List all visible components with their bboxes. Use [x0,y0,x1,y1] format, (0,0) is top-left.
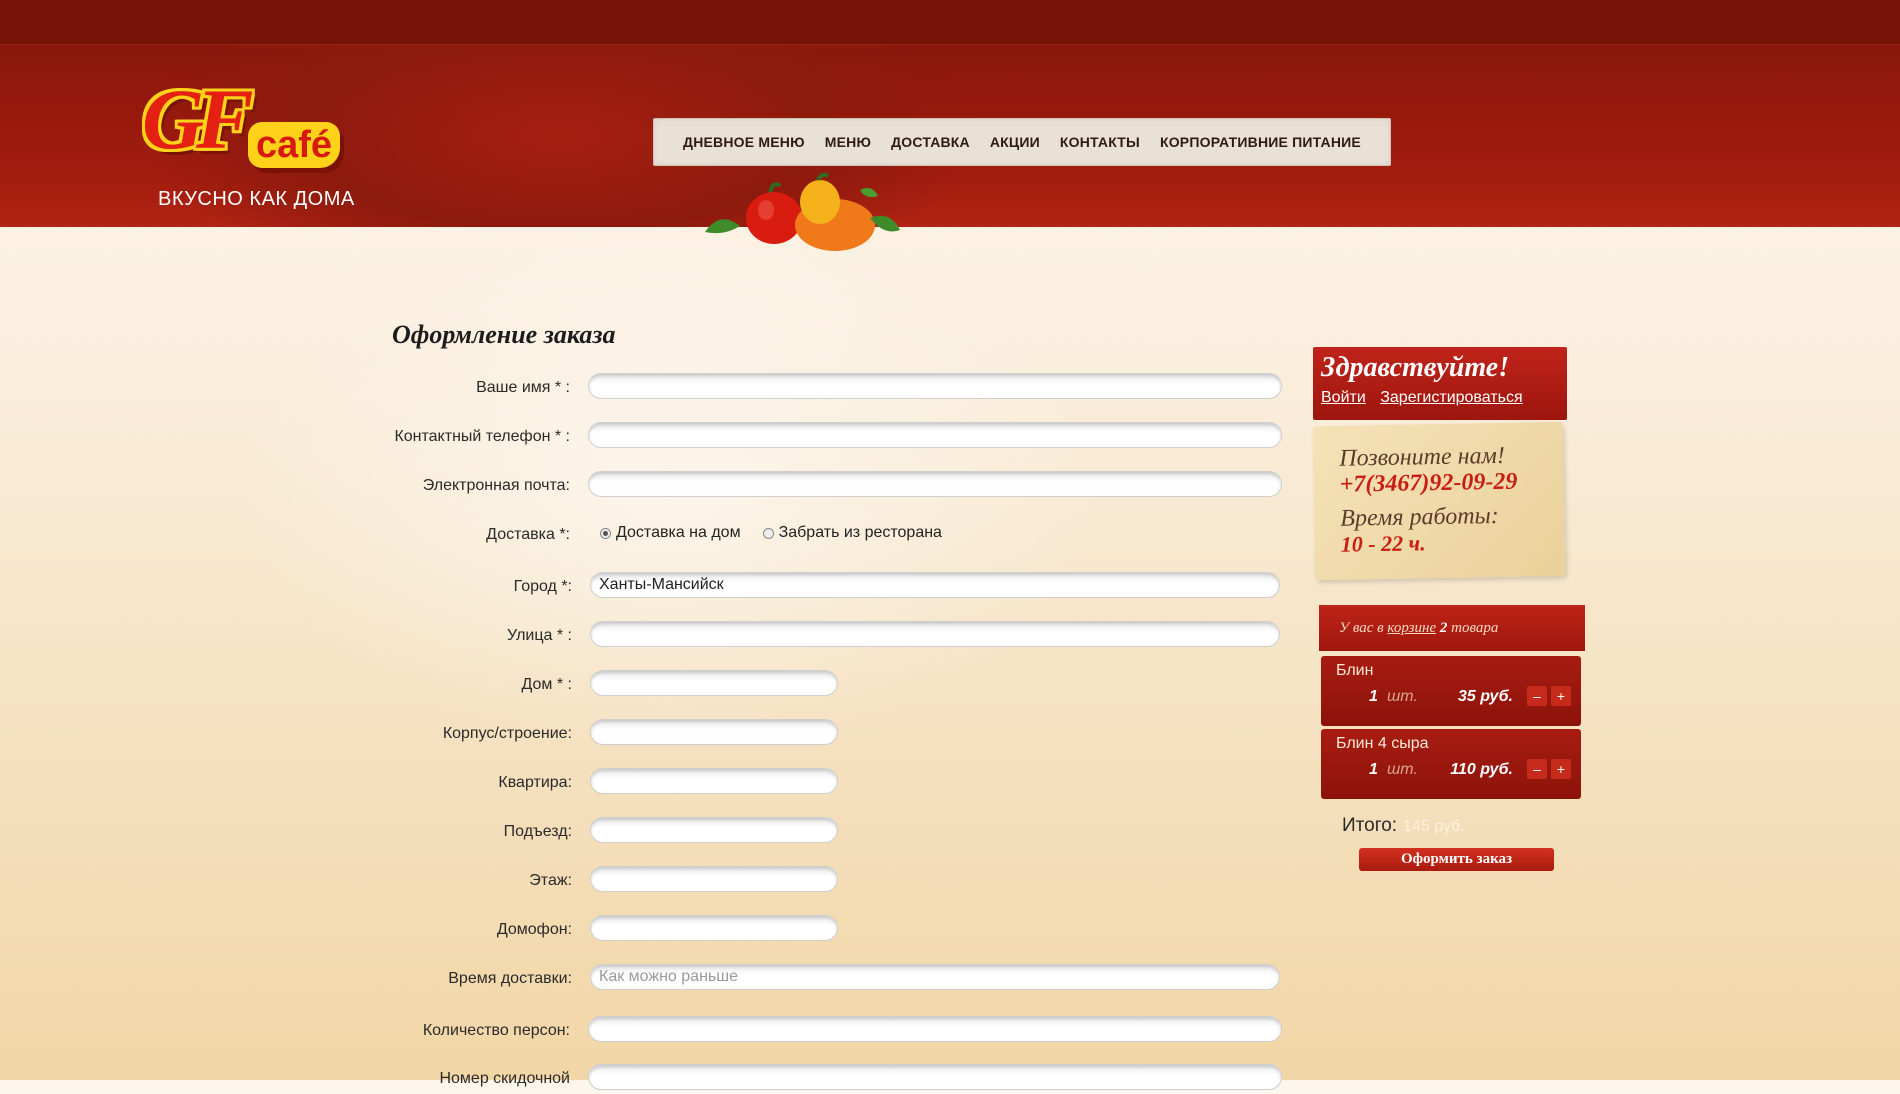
nav-item-promotions[interactable]: АКЦИИ [990,134,1040,150]
decrease-qty-button[interactable]: – [1527,759,1547,779]
login-link[interactable]: Войти [1321,389,1366,406]
entrance-field[interactable] [590,817,838,843]
vegetables-illustration [705,172,900,251]
contact-note: Позвоните нам! +7(3467)92-09-29 Время ра… [1312,421,1566,581]
cart-item: Блин 4 сыра 1 шт. 110 руб. – + [1321,729,1581,799]
site-logo[interactable]: GF café ВКУСНО КАК ДОМА [138,72,358,222]
increase-qty-button[interactable]: + [1551,686,1571,706]
phone-label: Контактный телефон * : [394,428,570,445]
apartment-row: Квартира: [0,768,1290,798]
call-us-text: Позвоните нам! [1339,442,1506,472]
cart-count: 2 [1439,620,1448,636]
nav-item-delivery[interactable]: ДОСТАВКА [891,134,970,150]
city-field[interactable] [590,572,1280,598]
nav-item-contacts[interactable]: КОНТАКТЫ [1060,134,1140,150]
building-label: Корпус/строение: [442,725,572,742]
entrance-row: Подъезд: [0,817,1290,847]
greeting-panel: Здравствуйте! Войти Зарегистироваться [1313,347,1567,420]
top-bar [0,0,1900,45]
entrance-label: Подъезд: [503,823,572,840]
street-row: Улица * : [0,621,1290,651]
logo-cafe-mark: café [248,122,341,168]
delivery-time-field[interactable] [590,964,1280,990]
apartment-label: Квартира: [498,774,572,791]
discount-field[interactable] [588,1064,1282,1090]
name-field[interactable] [588,373,1282,399]
floor-row: Этаж: [0,866,1290,896]
auth-links: Войти Зарегистироваться [1321,389,1533,407]
logo-gf-mark: GF [142,71,254,167]
city-label: Город *: [513,578,572,595]
increase-qty-button[interactable]: + [1551,759,1571,779]
floor-label: Этаж: [529,872,572,889]
cart-total-value: 145 руб. [1403,818,1465,835]
delivery-row: Доставка *: Доставка на дом Забрать из р… [0,520,1290,550]
cart-item-unit: шт. [1387,688,1418,705]
street-field[interactable] [590,621,1280,647]
cart-item-price: 35 руб. [1457,688,1513,705]
hours-label: Время работы: [1340,502,1500,532]
cart-suffix: товара [1451,620,1499,636]
contact-phone: +7(3467)92-09-29 [1339,468,1518,498]
intercom-row: Домофон: [0,915,1290,945]
intercom-field[interactable] [590,915,838,941]
persons-label: Количество персон: [422,1022,570,1039]
delivery-option-pickup[interactable]: Забрать из ресторана [762,524,942,542]
cart-summary: У вас в корзине 2 товара [1339,620,1498,637]
page-title: Оформление заказа [392,320,616,349]
cart-item-price: 110 руб. [1450,761,1513,778]
cart-item-name: Блин 4 сыра [1336,735,1429,752]
house-row: Дом * : [0,670,1290,700]
name-label: Ваше имя * : [476,379,570,396]
cart-total-label: Итого: [1342,815,1398,836]
discount-row: Номер скидочной [0,1064,1290,1094]
phone-field[interactable] [588,422,1282,448]
delivery-label: Доставка *: [486,526,570,543]
cart-item-unit: шт. [1387,761,1418,778]
cart-item-name: Блин [1336,662,1374,679]
persons-row: Количество персон: [0,1016,1290,1046]
cart-prefix: У вас в [1339,620,1384,636]
logo-tagline: ВКУСНО КАК ДОМА [158,188,355,210]
greeting-title: Здравствуйте! [1321,352,1510,383]
cart-header: У вас в корзине 2 товара [1319,605,1585,651]
place-order-button[interactable]: Оформить заказ [1359,848,1554,871]
email-field[interactable] [588,471,1282,497]
hours-value: 10 - 22 ч. [1340,530,1426,557]
delivery-option-pickup-label: Забрать из ресторана [778,524,942,541]
delivery-time-label: Время доставки: [448,970,572,987]
building-row: Корпус/строение: [0,719,1290,749]
nav-item-corporate[interactable]: КОРПОРАТИВНИЕ ПИТАНИЕ [1160,134,1361,150]
decrease-qty-button[interactable]: – [1527,686,1547,706]
city-row: Город *: [0,572,1290,602]
delivery-options: Доставка на дом Забрать из ресторана [600,524,942,542]
discount-label: Номер скидочной [439,1070,570,1087]
intercom-label: Домофон: [496,921,572,938]
floor-field[interactable] [590,866,838,892]
house-label: Дом * : [521,676,572,693]
delivery-option-home-label: Доставка на дом [616,524,741,541]
cart-link[interactable]: корзине [1387,620,1436,636]
building-field[interactable] [590,719,838,745]
delivery-option-home[interactable]: Доставка на дом [600,524,741,542]
cart-total: Итого: 145 руб. [1342,815,1465,837]
main-nav: ДНЕВНОЕ МЕНЮ МЕНЮ ДОСТАВКА АКЦИИ КОНТАКТ… [653,118,1391,166]
persons-field[interactable] [588,1016,1282,1042]
email-label: Электронная почта: [422,477,570,494]
house-field[interactable] [590,670,838,696]
cart-item: Блин 1 шт. 35 руб. – + [1321,656,1581,726]
phone-row: Контактный телефон * : [0,422,1290,452]
nav-item-menu[interactable]: МЕНЮ [825,134,871,150]
delivery-time-row: Время доставки: [0,964,1290,994]
apartment-field[interactable] [590,768,838,794]
cart-item-qty: 1 [1369,761,1378,778]
register-link[interactable]: Зарегистироваться [1380,389,1522,406]
nav-item-daily-menu[interactable]: ДНЕВНОЕ МЕНЮ [683,134,805,150]
radio-unselected-icon[interactable] [762,527,774,539]
name-row: Ваше имя * : [0,373,1290,403]
street-label: Улица * : [507,627,572,644]
email-row: Электронная почта: [0,471,1290,501]
cart-item-qty: 1 [1369,688,1378,705]
radio-selected-icon[interactable] [600,527,611,539]
